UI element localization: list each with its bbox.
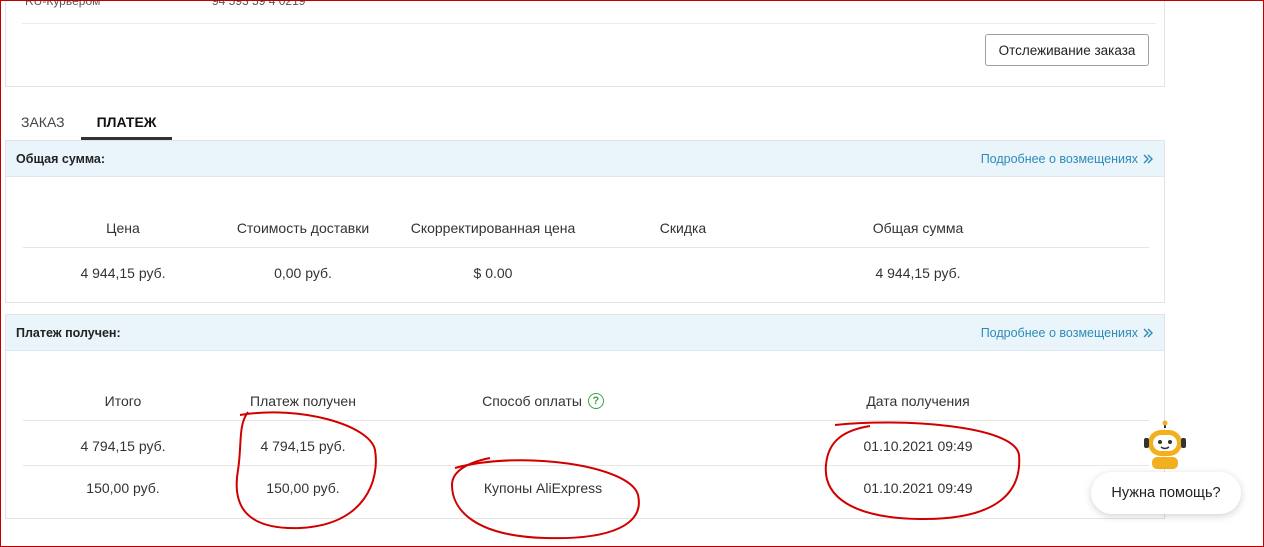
tracking-row: RU-Курьером 94 593 59 4 0219 — [22, 0, 1156, 24]
row2-receipt-date: 01.10.2021 09:49 — [863, 480, 973, 496]
value-total: 4 944,15 руб. — [875, 265, 961, 281]
row1-payment-received: 4 794,15 руб. — [260, 438, 346, 454]
help-question-icon[interactable]: ? — [587, 393, 604, 409]
row2-subtotal: 150,00 руб. — [86, 480, 160, 496]
refund-details-link[interactable]: Подробнее о возмещениях — [981, 326, 1154, 340]
order-tabs: ЗАКАЗ ПЛАТЕЖ — [5, 104, 173, 140]
header-total: Общая сумма — [872, 220, 964, 236]
header-payment-received: Платеж получен — [250, 393, 356, 409]
payment-section-title: Платеж получен: — [16, 325, 121, 340]
payment-row: 150,00 руб. 150,00 руб. Купоны AliExpres… — [23, 468, 1149, 508]
row1-receipt-date: 01.10.2021 09:49 — [863, 438, 973, 454]
row1-payment-method — [443, 426, 643, 466]
row2-payment-received: 150,00 руб. — [266, 480, 340, 496]
header-adjusted-price: Скорректированная цена — [410, 220, 576, 236]
carrier-label: RU-Курьером — [25, 0, 101, 8]
value-price: 4 944,15 руб. — [80, 265, 166, 281]
header-shipping: Стоимость доставки — [236, 220, 370, 236]
payment-section-header: Платеж получен: Подробнее о возмещениях — [6, 315, 1164, 351]
refund-details-link-label: Подробнее о возмещениях — [980, 325, 1138, 340]
tab-payment[interactable]: ПЛАТЕЖ — [80, 104, 173, 140]
header-payment-method: Способ оплаты ? — [443, 381, 643, 421]
header-price: Цена — [106, 220, 140, 236]
total-section-title: Общая сумма: — [16, 151, 106, 166]
need-help-button[interactable]: Нужна помощь? — [1091, 472, 1241, 514]
header-discount: Скидка — [659, 220, 707, 236]
total-section: Общая сумма: Подробнее о возмещениях Цен… — [5, 140, 1165, 303]
row2-payment-method: Купоны AliExpress — [483, 480, 603, 496]
double-chevron-right-icon — [1143, 154, 1153, 163]
refund-details-link-label: Подробнее о возмещениях — [980, 151, 1138, 166]
tracking-number: 94 593 59 4 0219 — [212, 0, 306, 8]
refund-details-link[interactable]: Подробнее о возмещениях — [981, 152, 1154, 166]
tab-order[interactable]: ЗАКАЗ — [5, 104, 81, 140]
total-value-row: 4 944,15 руб. 0,00 руб. $ 0.00 4 944,15 … — [23, 253, 1149, 293]
value-shipping: 0,00 руб. — [274, 265, 332, 281]
header-receipt-date: Дата получения — [866, 393, 970, 409]
payment-row: 4 794,15 руб. 4 794,15 руб. 01.10.2021 0… — [23, 426, 1149, 466]
header-subtotal: Итого — [104, 393, 142, 409]
payment-header-row: Итого Платеж получен Способ оплаты ? Дат… — [23, 381, 1149, 421]
assistant-robot-icon[interactable] — [1142, 420, 1188, 470]
row1-subtotal: 4 794,15 руб. — [80, 438, 166, 454]
double-chevron-right-icon — [1143, 328, 1153, 337]
payment-section: Платеж получен: Подробнее о возмещениях … — [5, 314, 1165, 519]
header-payment-method-label: Способ оплаты — [482, 393, 582, 409]
value-discount — [623, 253, 743, 293]
total-section-header: Общая сумма: Подробнее о возмещениях — [6, 141, 1164, 177]
tracking-panel: RU-Курьером 94 593 59 4 0219 Отслеживани… — [5, 0, 1165, 87]
total-header-row: Цена Стоимость доставки Скорректированна… — [23, 208, 1149, 248]
value-adjusted-price: $ 0.00 — [473, 265, 513, 281]
track-order-button[interactable]: Отслеживание заказа — [985, 34, 1149, 66]
